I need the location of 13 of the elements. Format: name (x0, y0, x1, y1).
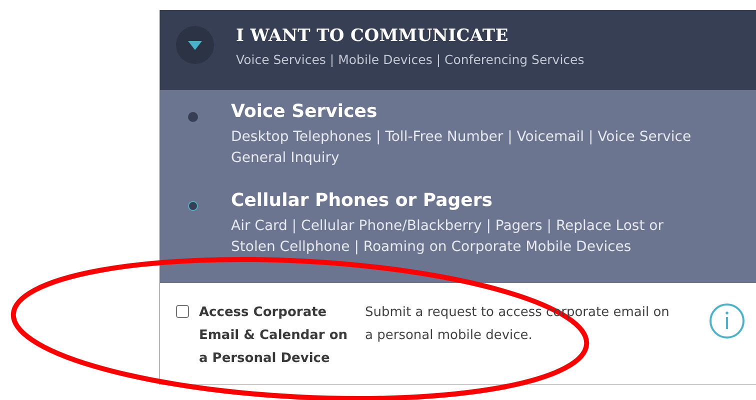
category-links: Stolen Cellphone | Roaming on Corporate Mobile Devices (231, 238, 632, 257)
category-link[interactable]: Voice Services (231, 100, 751, 124)
request-title: Access Corporate Email & Calendar on a Personal Device (199, 304, 349, 368)
category-link[interactable]: Cellular Phones or Pagers (231, 189, 751, 213)
section-title: I WANT TO COMMUNICATE (236, 26, 510, 46)
category-links: Desktop Telephones | Toll-Free Number | Voicemail | Voice Service (231, 128, 692, 147)
category-links: General Inquiry (231, 149, 340, 168)
section-subtitle: Voice Services | Mobile Devices | Conferencing Services (236, 52, 584, 67)
caret-icon (188, 40, 202, 50)
request-checkbox[interactable] (176, 305, 189, 318)
category-links: Air Card | Cellular Phone/Blackberry | Pagers | Replace Lost or (231, 217, 664, 236)
info-icon[interactable] (709, 303, 745, 339)
collapse-toggle[interactable] (176, 26, 214, 64)
